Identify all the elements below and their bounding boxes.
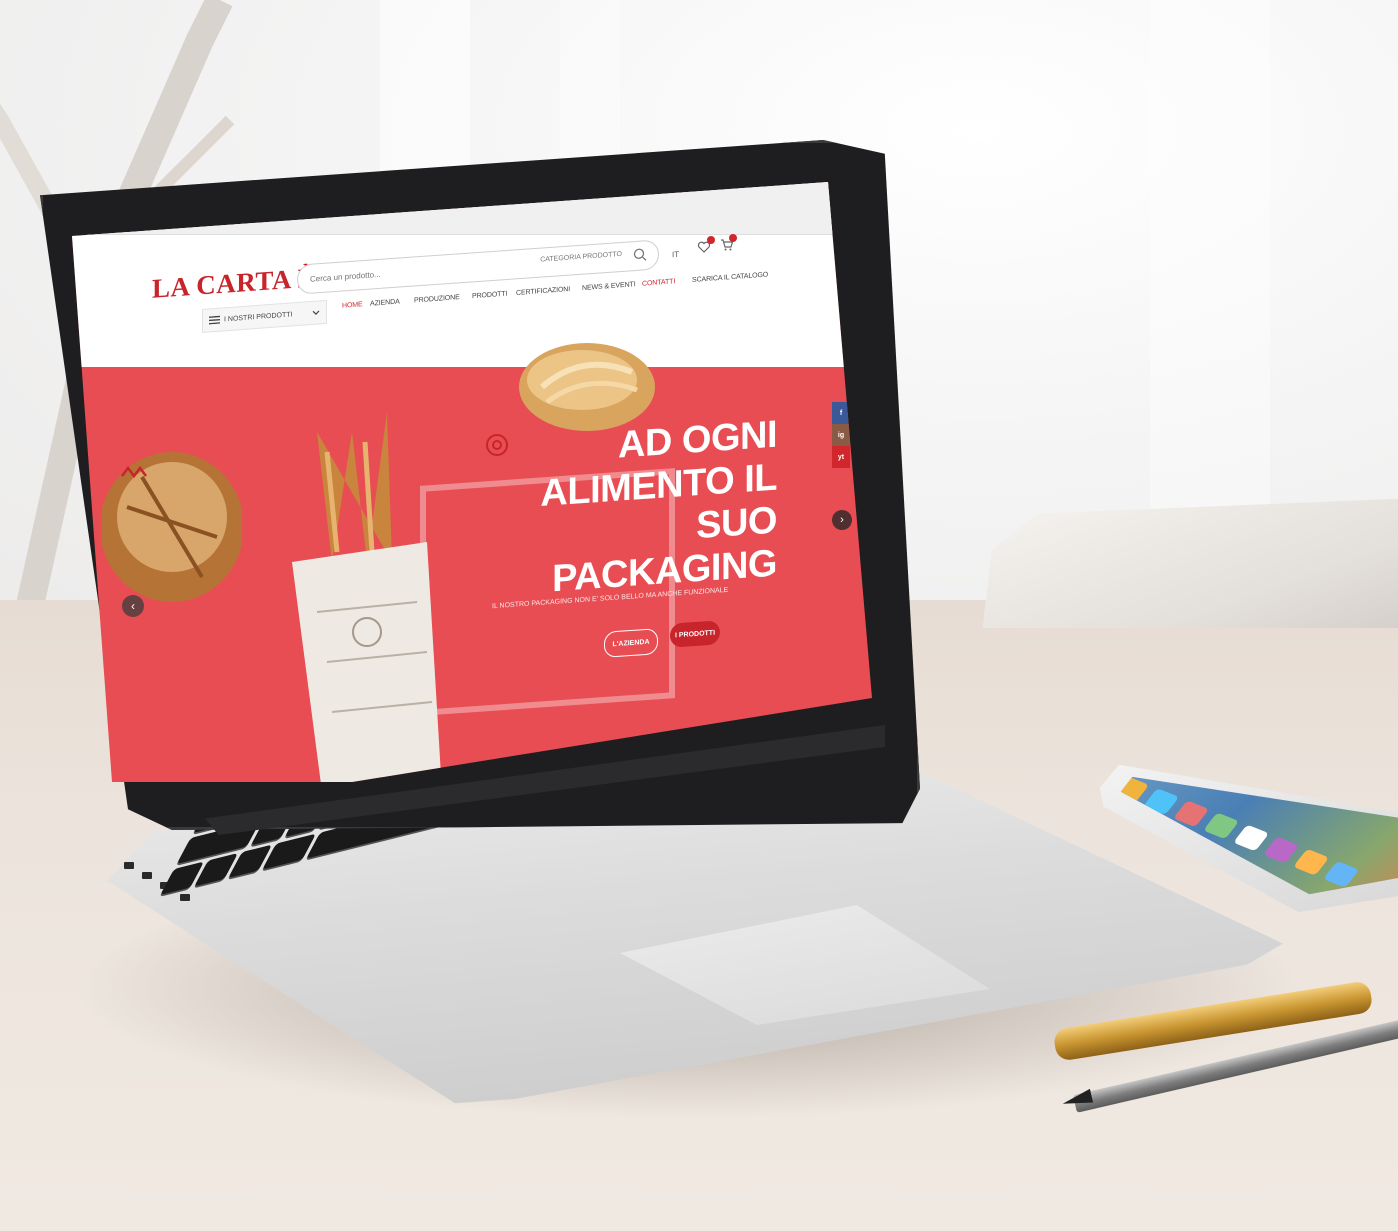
social-sidebar: f ig yt — [832, 402, 850, 468]
nav-item-contatti[interactable]: CONTATTI — [642, 278, 675, 287]
cart-badge — [729, 234, 737, 242]
app-icon — [1293, 848, 1330, 876]
nav-item-prodotti[interactable]: PRODOTTI — [472, 291, 507, 301]
hero-title: AD OGNI ALIMENTO IL SUO PACKAGING — [477, 414, 777, 607]
hamburger-icon — [209, 315, 220, 325]
chevron-left-icon[interactable]: ‹ — [122, 595, 144, 617]
search-category-select[interactable]: CATEGORIA PRODOTTO — [540, 251, 622, 264]
app-icon — [1233, 824, 1270, 852]
azienda-button[interactable]: L'AZIENDA — [604, 628, 658, 658]
app-icon — [1263, 836, 1300, 864]
laptop-screen: LA CARTA È CATEGORIA PRODOTTO IT — [72, 182, 872, 782]
nav-item-azienda[interactable]: AZIENDA — [370, 298, 400, 307]
nav-item-produzione[interactable]: PRODUZIONE — [414, 294, 460, 304]
instagram-icon[interactable]: ig — [832, 424, 850, 446]
nav-item-news-eventi[interactable]: NEWS & EVENTI — [582, 281, 636, 292]
nav-item-home[interactable]: HOME — [342, 301, 363, 310]
nav-item-certificazioni[interactable]: CERTIFICAZIONI — [516, 286, 570, 297]
chevron-right-icon[interactable]: › — [832, 510, 852, 530]
products-category-menu[interactable]: I NOSTRI PRODOTTI — [202, 299, 327, 333]
chevron-down-icon — [312, 310, 320, 315]
hero-slider: AD OGNI ALIMENTO IL SUO PACKAGING IL NOS… — [72, 332, 872, 782]
port — [142, 872, 152, 879]
photo-scene: LA CARTA È CATEGORIA PRODOTTO IT — [0, 0, 1398, 1231]
app-icon — [1203, 812, 1240, 840]
language-selector[interactable]: IT — [672, 250, 679, 259]
nav-item-download-catalog[interactable]: SCARICA IL CATALOGO — [692, 271, 768, 284]
prodotti-button[interactable]: I PRODOTTI — [670, 620, 720, 648]
category-menu-label: I NOSTRI PRODOTTI — [224, 310, 293, 323]
app-icon — [1323, 860, 1360, 888]
baguette-bag-image — [292, 412, 442, 782]
youtube-icon[interactable]: yt — [832, 446, 850, 468]
search-icon[interactable] — [632, 246, 648, 263]
port — [124, 862, 134, 869]
squiggle-decoration — [121, 465, 147, 479]
wishlist-badge — [707, 236, 715, 244]
